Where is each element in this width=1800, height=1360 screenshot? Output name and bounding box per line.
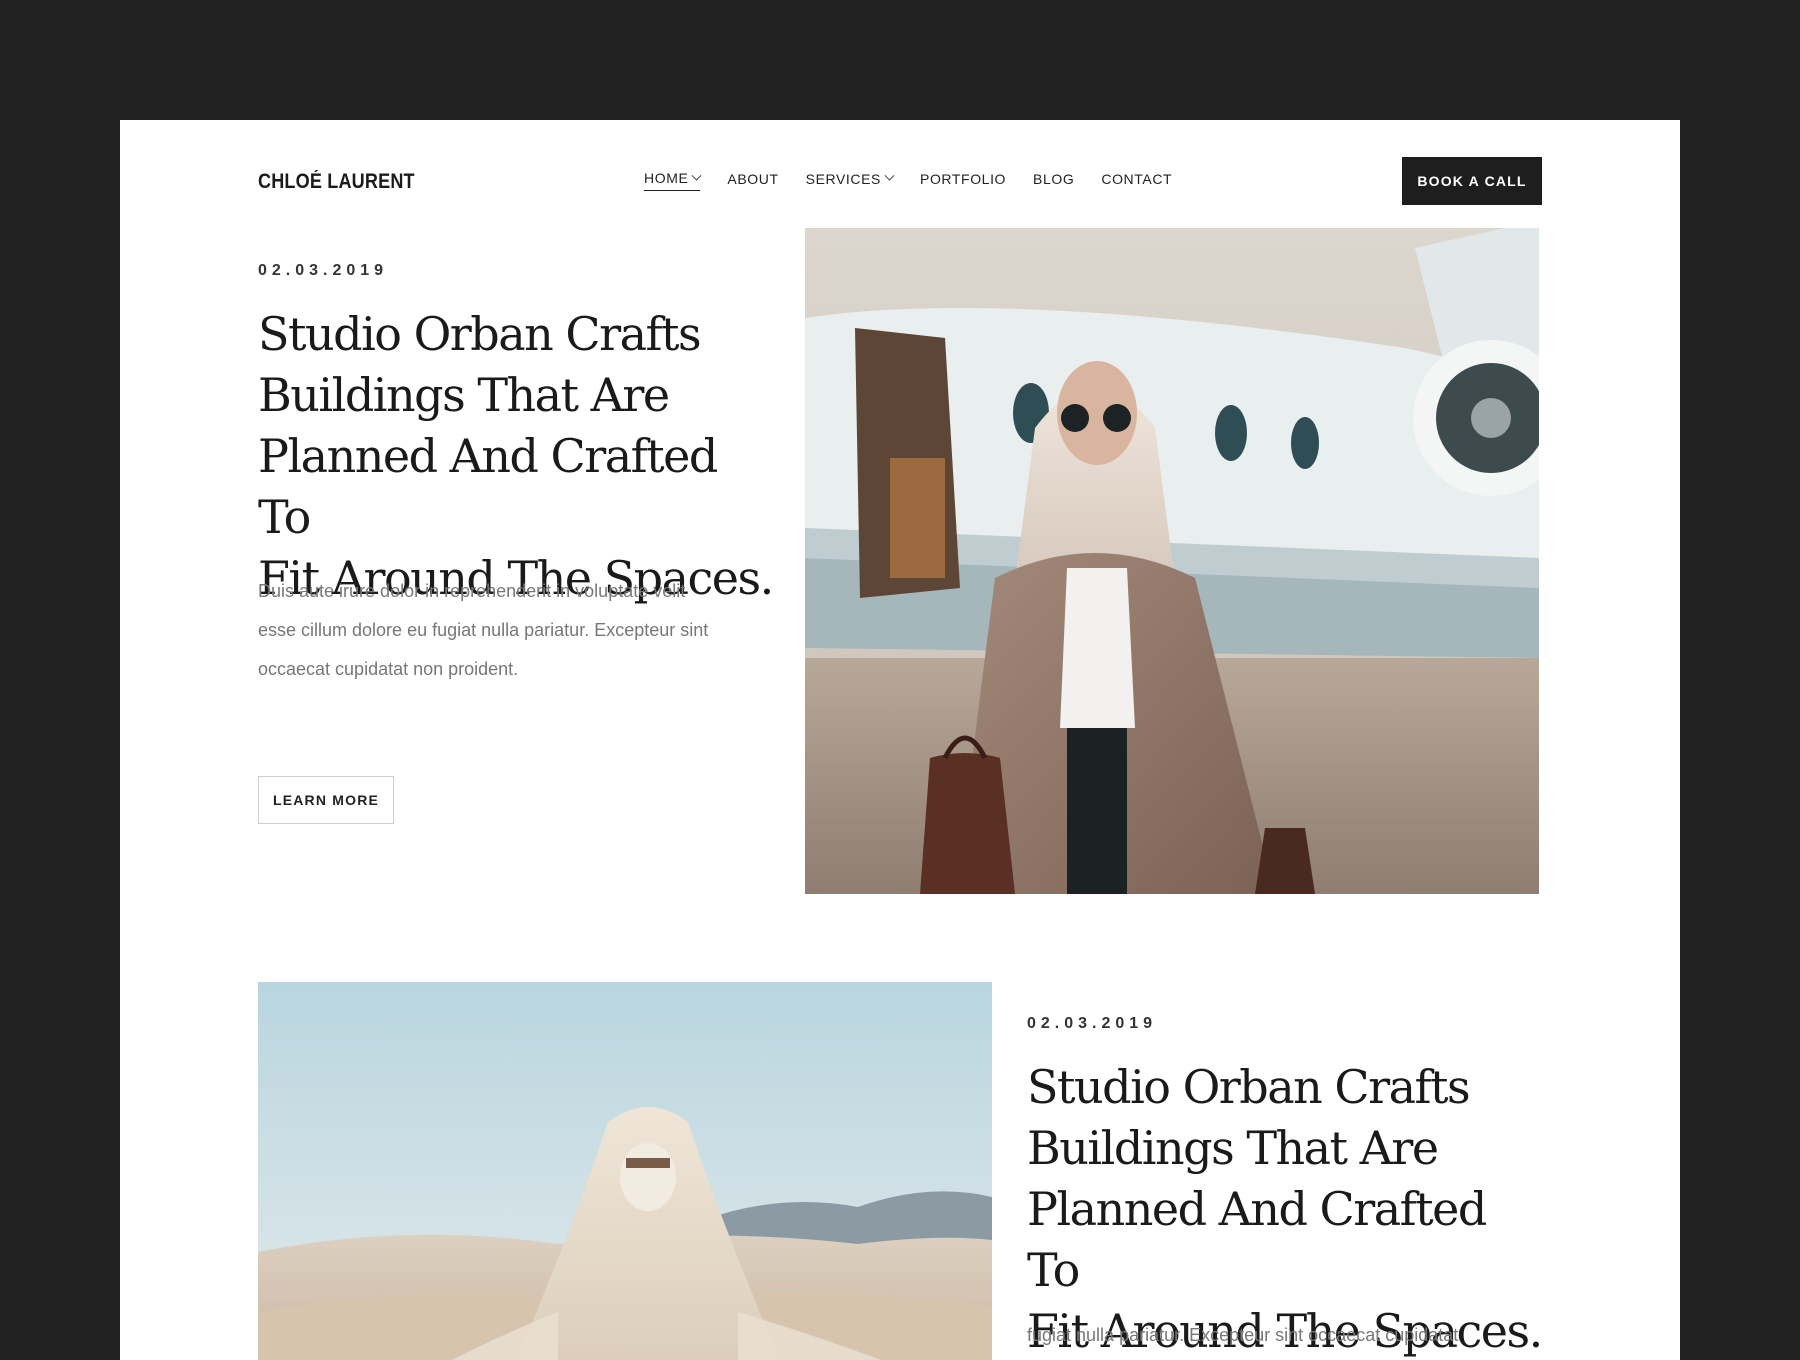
nav-item-label: PORTFOLIO xyxy=(920,170,1007,187)
nav-item-label: HOME xyxy=(644,170,689,186)
title-line: Studio Orban Crafts xyxy=(1027,1060,1471,1114)
book-a-call-button[interactable]: BOOK A CALL xyxy=(1402,157,1542,205)
jet-photo xyxy=(805,228,1539,894)
article-date: 02.03.2019 xyxy=(1027,1015,1158,1032)
article-title[interactable]: Studio Orban Crafts Buildings That Are P… xyxy=(258,304,778,609)
learn-more-button[interactable]: LEARN MORE xyxy=(258,776,394,824)
article-image-jet[interactable] xyxy=(805,228,1539,894)
article-title[interactable]: Studio Orban Crafts Buildings That Are P… xyxy=(1027,1057,1547,1360)
excerpt-line: fugiat nulla pariatur. Excepteur sint oc… xyxy=(1027,1325,1459,1345)
site-logo[interactable]: CHLOÉ LAURENT xyxy=(258,170,415,194)
title-line: Buildings That Are xyxy=(1027,1121,1439,1175)
main-nav: HOME ABOUT SERVICES PORTFOLIO BLOG CONTA… xyxy=(644,170,1172,191)
title-line: Buildings That Are xyxy=(258,368,670,422)
title-line: Planned And Crafted To xyxy=(258,429,718,544)
nav-item-label: BLOG xyxy=(1033,170,1075,187)
article-excerpt: Duis aute irure dolor in reprehenderit i… xyxy=(258,572,778,689)
nav-item-blog[interactable]: BLOG xyxy=(1033,170,1074,191)
nav-item-services[interactable]: SERVICES xyxy=(805,170,895,191)
nav-item-label: SERVICES xyxy=(805,170,881,187)
excerpt-line: Duis aute irure dolor in reprehenderit i… xyxy=(258,581,686,601)
page: CHLOÉ LAURENT HOME ABOUT SERVICES PORTFO… xyxy=(120,120,1680,1360)
chevron-down-icon xyxy=(884,170,895,181)
article-excerpt: fugiat nulla pariatur. Excepteur sint oc… xyxy=(1027,1316,1547,1355)
nav-item-label: CONTACT xyxy=(1101,170,1173,187)
article-image-desert[interactable] xyxy=(258,982,992,1360)
title-line: Planned And Crafted To xyxy=(1027,1182,1487,1297)
excerpt-line: esse cillum dolore eu fugiat nulla paria… xyxy=(258,620,709,640)
nav-item-label: ABOUT xyxy=(727,170,779,187)
desert-photo xyxy=(258,982,992,1360)
nav-item-about[interactable]: ABOUT xyxy=(727,170,778,191)
nav-item-portfolio[interactable]: PORTFOLIO xyxy=(920,170,1006,191)
nav-item-home[interactable]: HOME xyxy=(644,170,702,191)
nav-item-contact[interactable]: CONTACT xyxy=(1101,170,1172,191)
excerpt-line: occaecat cupidatat non proident. xyxy=(258,659,519,679)
chevron-down-icon xyxy=(691,170,702,181)
title-line: Studio Orban Crafts xyxy=(258,307,702,361)
article-date: 02.03.2019 xyxy=(258,262,389,279)
